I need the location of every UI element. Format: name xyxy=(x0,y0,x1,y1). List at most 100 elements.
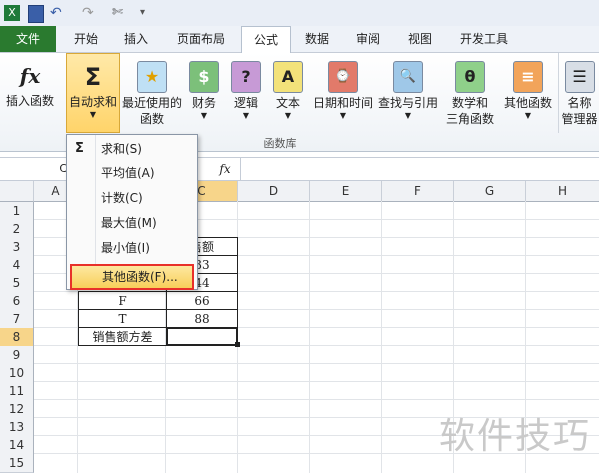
math-trig-label: 数学和 三角函数 xyxy=(445,96,494,126)
row-header-7[interactable]: 7 xyxy=(0,310,34,329)
tab-review[interactable]: 审阅 xyxy=(346,26,390,52)
chevron-down-icon: ▼ xyxy=(89,110,97,119)
fill-handle[interactable] xyxy=(235,342,240,347)
gridline xyxy=(381,201,382,473)
column-header-h[interactable]: H xyxy=(526,181,599,202)
cell-b7[interactable]: T xyxy=(78,309,167,328)
customize-qat-icon[interactable]: ▾ xyxy=(140,5,150,21)
menu-item-average-label: 平均值(A) xyxy=(101,166,155,180)
sigma-icon: Σ xyxy=(75,141,84,156)
tab-view[interactable]: 视图 xyxy=(398,26,442,52)
chevron-down-icon: ▼ xyxy=(284,111,292,120)
row-header-9[interactable]: 9 xyxy=(0,346,34,365)
redo-icon[interactable]: ↷ xyxy=(82,5,100,21)
star-book-icon: ★ xyxy=(137,61,167,93)
menu-item-min-label: 最小值(I) xyxy=(101,241,150,255)
logical-button[interactable]: ? 逻辑 ▼ xyxy=(228,53,264,133)
menu-item-average[interactable]: 平均值(A) xyxy=(67,161,197,185)
insert-function-button[interactable]: fx 插入函数 xyxy=(2,53,58,133)
row-header-5[interactable]: 5 xyxy=(0,274,34,293)
row-header-2[interactable]: 2 xyxy=(0,220,34,239)
lookup-reference-label: 查找与引用 xyxy=(377,96,438,110)
math-book-icon: θ xyxy=(455,61,485,93)
date-book-icon: ⌚ xyxy=(328,61,358,93)
formula-input[interactable] xyxy=(240,158,599,180)
row-header-15[interactable]: 15 xyxy=(0,454,34,473)
lookup-reference-button[interactable]: 🔍 查找与引用 ▼ xyxy=(374,53,442,133)
sigma-icon: Σ xyxy=(84,63,102,91)
row-header-8[interactable]: 8 xyxy=(0,328,34,347)
more-functions-button[interactable]: ≡ 其他函数 ▼ xyxy=(500,53,556,133)
selected-cell-c8[interactable] xyxy=(166,327,238,346)
row-header-4[interactable]: 4 xyxy=(0,256,34,275)
menu-item-more-functions[interactable]: 其他函数(F)... xyxy=(70,264,194,290)
row-header-14[interactable]: 14 xyxy=(0,436,34,455)
fx-icon[interactable]: fx xyxy=(214,160,236,178)
menu-item-sum[interactable]: Σ 求和(S) xyxy=(67,137,197,161)
undo-icon[interactable]: ↶ xyxy=(50,5,68,21)
row-header-11[interactable]: 11 xyxy=(0,382,34,401)
menu-item-max[interactable]: 最大值(M) xyxy=(67,211,197,235)
recent-functions-label: 最近使用的 函数 xyxy=(121,96,182,126)
excel-logo-icon: X xyxy=(4,5,20,21)
tab-data[interactable]: 数据 xyxy=(296,26,338,52)
name-manager-label: 名称 管理器 xyxy=(561,96,598,126)
watermark: 软件技巧 xyxy=(438,416,591,457)
tab-insert[interactable]: 插入 xyxy=(114,26,158,52)
cell-c6[interactable]: 66 xyxy=(166,291,238,310)
tab-developer[interactable]: 开发工具 xyxy=(450,26,518,52)
row-header-10[interactable]: 10 xyxy=(0,364,34,383)
tab-page-layout[interactable]: 页面布局 xyxy=(168,26,234,52)
name-manager-button[interactable]: ☰ 名称 管理器 xyxy=(558,53,599,133)
column-header-g[interactable]: G xyxy=(454,181,526,202)
row-header-13[interactable]: 13 xyxy=(0,418,34,437)
cell-c7[interactable]: 88 xyxy=(166,309,238,328)
autosum-dropdown-menu: Σ 求和(S) 平均值(A) 计数(C) 最大值(M) 最小值(I) 其他函数(… xyxy=(66,134,198,290)
financial-label: 财务 xyxy=(191,96,216,110)
text-label: 文本 xyxy=(275,96,300,110)
insert-function-label: 插入函数 xyxy=(5,94,54,108)
tab-formulas[interactable]: 公式 xyxy=(241,26,291,53)
name-box[interactable]: C xyxy=(0,158,72,180)
tools-icon[interactable]: ✄ xyxy=(112,5,132,21)
save-icon[interactable] xyxy=(28,5,44,23)
menu-item-max-label: 最大值(M) xyxy=(101,216,157,230)
gridline xyxy=(34,381,599,382)
column-header-d[interactable]: D xyxy=(238,181,310,202)
text-book-icon: A xyxy=(273,61,303,93)
menu-item-count[interactable]: 计数(C) xyxy=(67,186,197,210)
logic-book-icon: ? xyxy=(231,61,261,93)
financial-button[interactable]: $ 财务 ▼ xyxy=(186,53,222,133)
fx-icon: fx xyxy=(19,64,41,88)
menu-item-min[interactable]: 最小值(I) xyxy=(67,236,197,260)
column-header-f[interactable]: F xyxy=(382,181,454,202)
tab-file[interactable]: 文件 xyxy=(0,26,56,52)
cell-b8[interactable]: 销售额方差 xyxy=(78,327,167,346)
autosum-button[interactable]: Σ 自动求和 ▼ xyxy=(66,53,120,133)
column-header-e[interactable]: E xyxy=(310,181,382,202)
chevron-down-icon: ▼ xyxy=(339,111,347,120)
cell-b6[interactable]: F xyxy=(78,291,167,310)
name-manager-icon: ☰ xyxy=(564,61,595,93)
row-header-6[interactable]: 6 xyxy=(0,292,34,311)
finance-book-icon: $ xyxy=(189,61,219,93)
recent-functions-button[interactable]: ★ 最近使用的 函数 xyxy=(120,53,184,133)
row-header-12[interactable]: 12 xyxy=(0,400,34,419)
chevron-down-icon: ▼ xyxy=(404,111,412,120)
more-functions-label: 其他函数 xyxy=(503,96,552,110)
menu-item-count-label: 计数(C) xyxy=(101,191,143,205)
autosum-label: 自动求和 xyxy=(68,95,117,109)
lookup-book-icon: 🔍 xyxy=(393,61,423,93)
select-all-corner[interactable] xyxy=(0,181,34,202)
text-button[interactable]: A 文本 ▼ xyxy=(270,53,306,133)
row-header-3[interactable]: 3 xyxy=(0,238,34,257)
date-time-label: 日期和时间 xyxy=(312,96,373,110)
chevron-down-icon: ▼ xyxy=(242,111,250,120)
menu-item-sum-label: 求和(S) xyxy=(101,142,142,156)
tab-home[interactable]: 开始 xyxy=(62,26,110,52)
chevron-down-icon: ▼ xyxy=(524,111,532,120)
date-time-button[interactable]: ⌚ 日期和时间 ▼ xyxy=(308,53,378,133)
math-trig-button[interactable]: θ 数学和 三角函数 xyxy=(442,53,498,133)
menu-item-more-functions-label: 其他函数(F)... xyxy=(102,270,178,284)
row-header-1[interactable]: 1 xyxy=(0,202,34,221)
